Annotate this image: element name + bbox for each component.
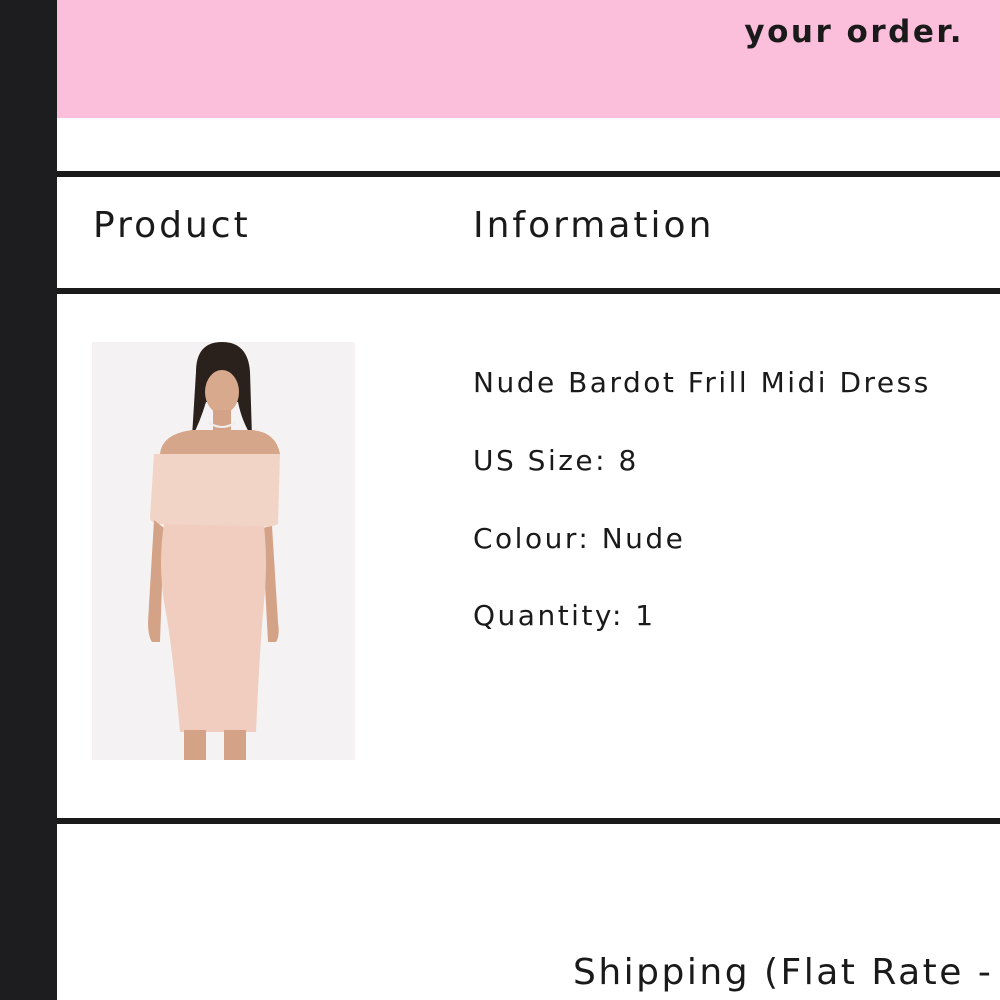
divider-bottom (57, 818, 1000, 824)
page: your order. Product Information Nude Bar… (0, 0, 1000, 1000)
dress-photo-illustration (92, 342, 355, 760)
product-image[interactable] (92, 342, 355, 760)
order-content: your order. Product Information Nude Bar… (57, 0, 1000, 1000)
product-size: US Size: 8 (473, 444, 639, 477)
order-banner: your order. (57, 0, 1000, 118)
divider-top (57, 171, 1000, 177)
divider-header (57, 288, 1000, 294)
shipping-label: Shipping (Flat Rate - (573, 952, 994, 993)
banner-heading: your order. (744, 14, 964, 50)
left-edge-bar (0, 0, 57, 1000)
product-name[interactable]: Nude Bardot Frill Midi Dress (473, 366, 931, 399)
column-header-information: Information (473, 205, 715, 246)
product-colour: Colour: Nude (473, 522, 686, 555)
product-quantity: Quantity: 1 (473, 599, 656, 632)
column-header-product: Product (93, 205, 251, 246)
